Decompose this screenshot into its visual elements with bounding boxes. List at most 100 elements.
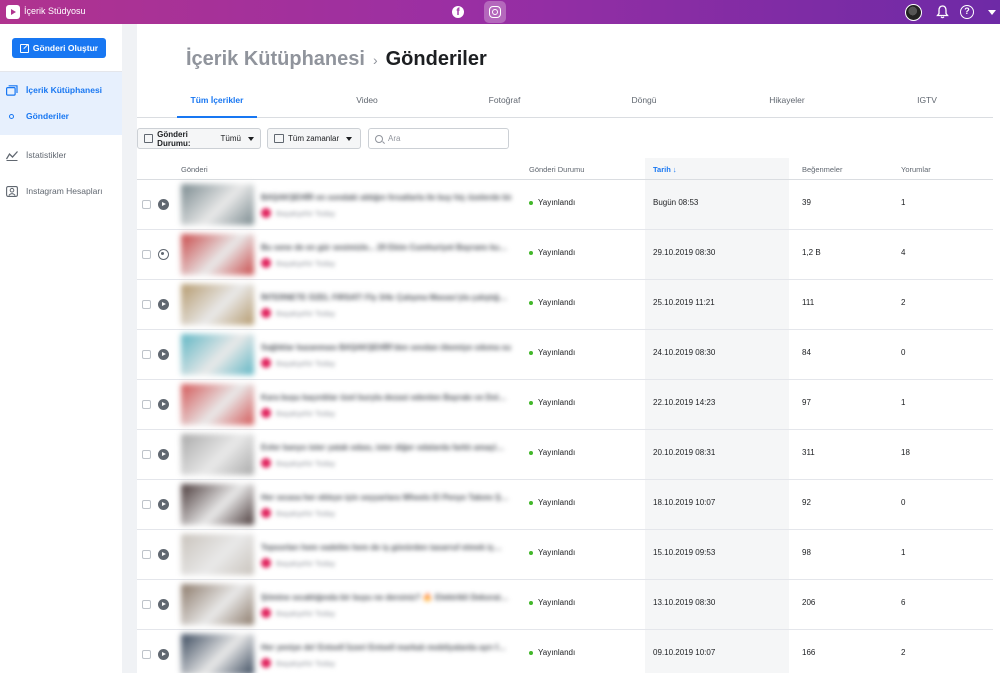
chevron-down-icon[interactable]	[988, 10, 996, 15]
row-checkbox[interactable]	[142, 500, 151, 509]
post-caption[interactable]: Kara buşu kaçırdılar özel buryla dezasi …	[261, 393, 511, 402]
post-caption[interactable]: Her sıcasa her ekleye için seyyarlara Wh…	[261, 493, 511, 502]
tab-photo[interactable]: Fotoğraf	[477, 88, 532, 118]
column-header-likes[interactable]: Beğenmeler	[802, 165, 842, 174]
search-box	[368, 128, 509, 149]
row-checkbox[interactable]	[142, 200, 151, 209]
app-logo-icon[interactable]	[6, 5, 20, 19]
avatar[interactable]	[905, 4, 922, 21]
post-caption[interactable]: Sağlıklar kazanması BAŞAKŞEHİR'den sevda…	[261, 343, 511, 352]
table-row[interactable]: BAŞAKŞEHİR en sondaki aldığın fırsatlarl…	[137, 180, 993, 230]
post-account: Başakşehir Today	[261, 308, 335, 318]
row-checkbox[interactable]	[142, 450, 151, 459]
search-input[interactable]	[388, 134, 498, 143]
sidebar-item-posts[interactable]: Gönderiler	[0, 107, 122, 125]
post-thumbnail[interactable]	[181, 284, 254, 325]
post-date: 09.10.2019 10:07	[653, 648, 716, 657]
table-row[interactable]: Sağlıklar kazanması BAŞAKŞEHİR'den sevda…	[137, 330, 993, 380]
post-date: 25.10.2019 11:21	[653, 298, 715, 307]
edit-icon	[19, 43, 29, 53]
row-checkbox[interactable]	[142, 250, 151, 259]
row-checkbox[interactable]	[142, 650, 151, 659]
post-thumbnail[interactable]	[181, 334, 254, 375]
tab-all-content[interactable]: Tüm İçerikler	[177, 88, 257, 118]
table-row[interactable]: Tepsorları hem vadelim hem de iş güvürde…	[137, 530, 993, 580]
post-comments: 0	[901, 498, 906, 507]
time-range-filter[interactable]: Tüm zamanlar	[267, 128, 361, 149]
post-caption[interactable]: Evler banyo ister yatak odası, ister diğ…	[261, 443, 511, 452]
post-status: Yayınlandı	[529, 448, 575, 457]
row-checkbox[interactable]	[142, 400, 151, 409]
post-thumbnail[interactable]	[181, 484, 254, 525]
row-checkbox[interactable]	[142, 300, 151, 309]
table-row[interactable]: Kara buşu kaçırdılar özel buryla dezasi …	[137, 380, 993, 430]
create-post-button[interactable]: Gönderi Oluştur	[12, 38, 106, 58]
tab-loop[interactable]: Döngü	[619, 88, 669, 118]
breadcrumb-parent[interactable]: İçerik Kütüphanesi	[186, 48, 365, 71]
row-checkbox[interactable]	[142, 550, 151, 559]
post-caption[interactable]: Bu sene de en gür sesimizle... 29 Ekim C…	[261, 243, 511, 252]
account-avatar-icon	[261, 558, 271, 568]
instagram-icon[interactable]	[484, 1, 506, 23]
post-caption[interactable]: İNTERNETE ÖZEL FIRSAT! Fly 3/4c Çalışma …	[261, 293, 511, 302]
table-row[interactable]: İNTERNETE ÖZEL FIRSAT! Fly 3/4c Çalışma …	[137, 280, 993, 330]
bell-icon[interactable]	[936, 5, 949, 19]
post-thumbnail[interactable]	[181, 434, 254, 475]
search-icon	[375, 134, 383, 143]
tab-igtv[interactable]: IGTV	[907, 88, 947, 118]
app-title[interactable]: İçerik Stüdyosu	[24, 6, 86, 16]
sidebar-item-insights[interactable]: İstatistikler	[0, 146, 122, 164]
post-account: Başakşehir Today	[261, 458, 335, 468]
sidebar-item-content-library[interactable]: İçerik Kütüphanesi	[0, 81, 122, 99]
column-header-post[interactable]: Gönderi	[181, 165, 208, 174]
account-avatar-icon	[261, 258, 271, 268]
post-account: Başakşehir Today	[261, 508, 335, 518]
column-header-status[interactable]: Gönderi Durumu	[529, 165, 584, 174]
post-likes: 92	[802, 498, 811, 507]
post-caption[interactable]: Her yeniye de! Entsell İzzeri Entsell ma…	[261, 643, 511, 652]
video-type-icon	[158, 499, 169, 510]
table-row[interactable]: Evler banyo ister yatak odası, ister diğ…	[137, 430, 993, 480]
sidebar-item-label: İçerik Kütüphanesi	[26, 85, 103, 95]
video-type-icon	[158, 299, 169, 310]
table-row[interactable]: Şömine sıcaklığında bir buyu ne dersiniz…	[137, 580, 993, 630]
table-row[interactable]: Bu sene de en gür sesimizle... 29 Ekim C…	[137, 230, 993, 280]
post-thumbnail[interactable]	[181, 234, 254, 275]
table-row[interactable]: Her yeniye de! Entsell İzzeri Entsell ma…	[137, 630, 993, 673]
post-thumbnail[interactable]	[181, 584, 254, 625]
column-header-comments[interactable]: Yorumlar	[901, 165, 931, 174]
post-likes: 39	[802, 198, 811, 207]
breadcrumb-separator: ›	[372, 51, 378, 68]
post-thumbnail[interactable]	[181, 384, 254, 425]
post-status-filter[interactable]: Gönderi Durumu: Tümü	[137, 128, 261, 149]
post-account: Başakşehir Today	[261, 408, 335, 418]
content-tabs: Tüm İçerikler Video Fotoğraf Döngü Hikay…	[137, 88, 993, 118]
row-checkbox[interactable]	[142, 600, 151, 609]
post-caption[interactable]: Tepsorları hem vadelim hem de iş güvürde…	[261, 543, 511, 552]
post-comments: 2	[901, 648, 906, 657]
help-icon[interactable]: ?	[960, 5, 974, 19]
post-status-text: Yayınlandı	[538, 448, 576, 457]
table-body: BAŞAKŞEHİR en sondaki aldığın fırsatlarl…	[137, 180, 993, 673]
post-likes: 1,2 B	[802, 248, 821, 257]
facebook-icon[interactable]: f	[452, 6, 464, 18]
chart-icon	[6, 150, 18, 161]
page-title: Gönderiler	[385, 48, 487, 70]
tab-stories[interactable]: Hikayeler	[757, 88, 817, 118]
column-header-date[interactable]: Tarih ↓	[653, 165, 677, 174]
post-status-text: Yayınlandı	[538, 348, 576, 357]
post-thumbnail[interactable]	[181, 184, 254, 225]
post-thumbnail[interactable]	[181, 634, 254, 673]
post-date: 18.10.2019 10:07	[653, 498, 716, 507]
row-checkbox[interactable]	[142, 350, 151, 359]
post-status-text: Yayınlandı	[538, 548, 576, 557]
post-caption[interactable]: BAŞAKŞEHİR en sondaki aldığın fırsatlarl…	[261, 193, 511, 202]
table-row[interactable]: Her sıcasa her ekleye için seyyarlara Wh…	[137, 480, 993, 530]
post-account-name: Başakşehir Today	[276, 258, 336, 268]
post-comments: 1	[901, 198, 906, 207]
sidebar-item-instagram-accounts[interactable]: Instagram Hesapları	[0, 182, 122, 200]
tab-video[interactable]: Video	[342, 88, 392, 118]
post-caption[interactable]: Şömine sıcaklığında bir buyu ne dersiniz…	[261, 593, 511, 602]
post-thumbnail[interactable]	[181, 534, 254, 575]
post-status: Yayınlandı	[529, 648, 575, 657]
